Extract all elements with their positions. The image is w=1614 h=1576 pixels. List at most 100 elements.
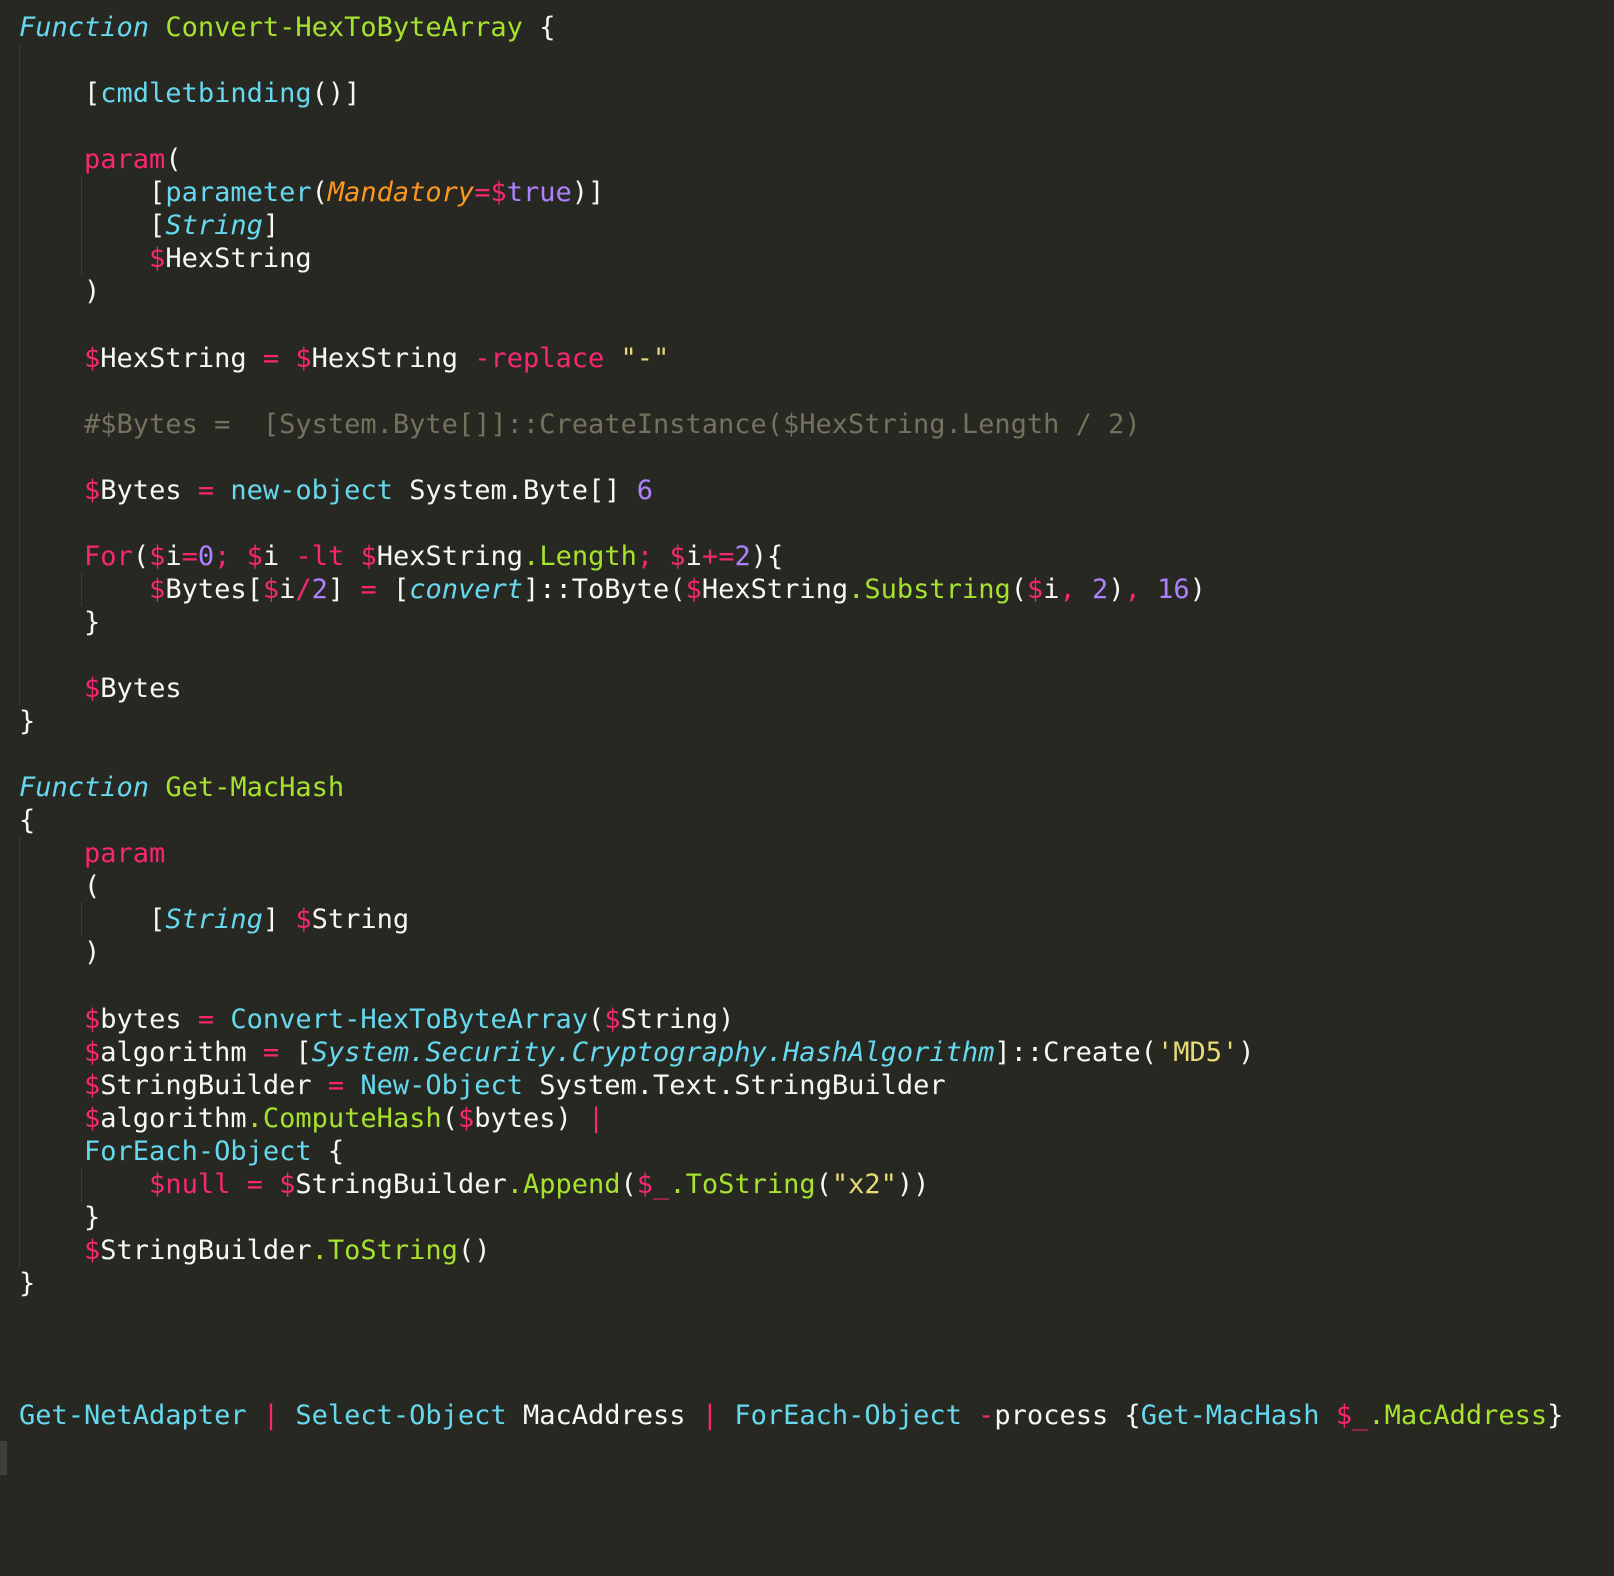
code-token: $ [84, 1036, 101, 1068]
code-token: 6 [636, 474, 654, 506]
code-line: $null = $StringBuilder.Append($_.ToStrin… [19, 1168, 929, 1202]
code-token: $ [685, 573, 702, 605]
code-line: ForEach-Object { [19, 1135, 344, 1169]
code-token: HexString [100, 342, 263, 374]
code-line: $algorithm.ComputeHash($bytes) | [19, 1102, 604, 1136]
code-token: String [165, 904, 263, 936]
code-line: $Bytes [19, 672, 182, 706]
code-token: ) [1108, 573, 1125, 605]
code-token: 2 [1092, 573, 1109, 605]
code-token: Get-NetAdapter [19, 1400, 247, 1432]
code-line: $HexString = $HexString -replace "-" [19, 342, 669, 376]
code-token: ForEach-Object [734, 1400, 962, 1432]
code-line: For($i=0; $i -lt $HexString.Length; $i+=… [19, 540, 783, 574]
code-token: String [165, 210, 263, 242]
code-token: $ [669, 540, 686, 572]
code-editor[interactable]: Function Convert-HexToByteArray { [cmdle… [0, 0, 1614, 1576]
code-token: $ [360, 540, 377, 572]
code-token: $ [279, 1168, 296, 1200]
code-token: param [84, 144, 166, 176]
code-token: 2 [734, 540, 751, 572]
code-token: } [1547, 1400, 1564, 1432]
code-line: #$Bytes = [System.Byte[]]::CreateInstanc… [19, 408, 1141, 442]
code-line: } [19, 1267, 35, 1301]
code-token: ){ [750, 540, 784, 572]
code-token: Convert-HexToByteArray [165, 12, 523, 43]
code-line: param [19, 837, 165, 871]
code-token: ] [262, 210, 280, 242]
code-token: ()] [311, 78, 361, 110]
code-line: Function Get-MacHash [19, 771, 344, 805]
code-token: HexString [701, 573, 849, 605]
code-token: parameter [165, 177, 312, 209]
code-token: $ [262, 573, 280, 605]
code-token: 'MD5' [1156, 1036, 1239, 1068]
code-token: ] [327, 573, 361, 605]
code-token: = [262, 342, 280, 374]
code-line: [String] [19, 209, 279, 243]
code-token: [ [19, 78, 101, 110]
code-line: $algorithm = [System.Security.Cryptograp… [19, 1036, 1254, 1070]
code-token: i [279, 573, 296, 605]
code-token: += [701, 540, 735, 572]
code-token: i [165, 540, 182, 572]
code-token: = [246, 1168, 263, 1200]
code-token: $ [149, 573, 166, 605]
code-token: () [457, 1234, 491, 1266]
code-token: , [1059, 573, 1076, 605]
code-token: -replace [474, 342, 605, 374]
code-token: param [84, 838, 166, 870]
code-token: Bytes [100, 474, 198, 506]
code-token: ) [1189, 573, 1206, 605]
code-line: [cmdletbinding()] [19, 77, 360, 111]
code-token: ForEach-Object [84, 1135, 312, 1167]
code-line: $bytes = Convert-HexToByteArray($String) [19, 1003, 734, 1037]
code-token: { [522, 12, 556, 43]
code-token: ( [19, 871, 101, 903]
code-token: algorithm [100, 1036, 263, 1068]
code-line: $Bytes = new-object System.Byte[] 6 [19, 474, 653, 508]
code-token: null [165, 1168, 231, 1200]
code-token: = [360, 573, 377, 605]
code-token: Mandatory [327, 177, 475, 209]
code-token: [ [376, 573, 410, 605]
code-token: cmdletbinding [100, 78, 312, 110]
code-token: #$Bytes = [System.Byte[]]::CreateInstanc… [84, 408, 1141, 440]
code-token: ( [620, 1168, 637, 1200]
code-token: StringBuilder [295, 1168, 507, 1200]
code-token: ( [132, 540, 150, 572]
code-line: $StringBuilder = New-Object System.Text.… [19, 1069, 946, 1103]
code-token: .MacAddress [1368, 1400, 1548, 1432]
code-token: HexString [311, 342, 475, 374]
code-token: $ [149, 1168, 166, 1200]
code-token: Select-Object [295, 1400, 507, 1432]
code-token: New-Object [360, 1069, 523, 1101]
code-token: ) [19, 276, 101, 308]
code-token: "x2" [831, 1168, 897, 1200]
code-line: $StringBuilder.ToString() [19, 1234, 490, 1268]
code-token: = [197, 474, 215, 506]
code-token: i [1043, 573, 1060, 605]
code-token: | [262, 1400, 280, 1432]
code-token: $ [84, 673, 101, 704]
code-token: i [262, 540, 296, 572]
code-token: .Append [506, 1168, 621, 1200]
